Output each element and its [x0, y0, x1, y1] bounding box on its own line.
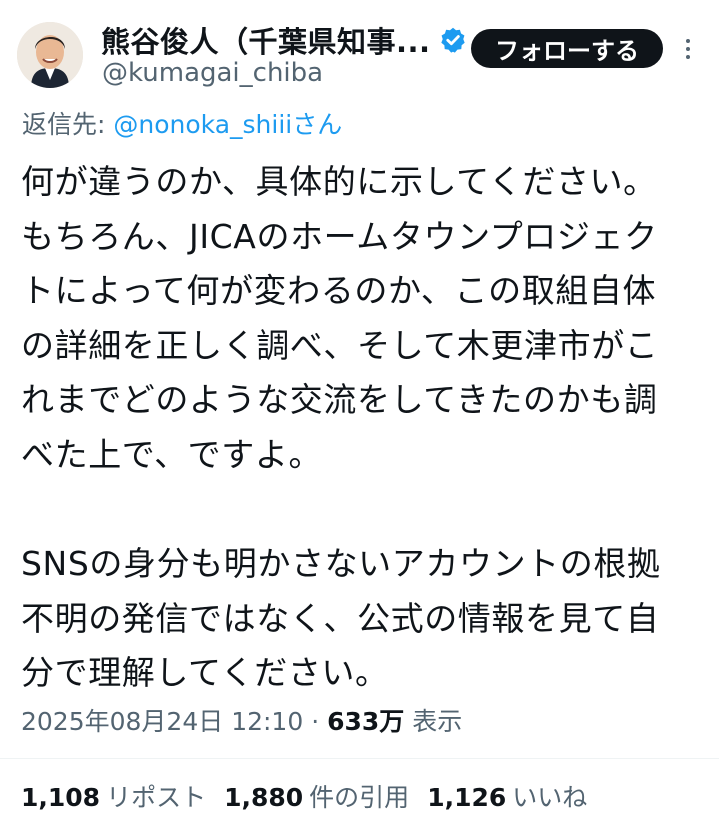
tweet-body-line: 分で理解してください。: [21, 653, 389, 693]
more-options-icon[interactable]: [676, 30, 700, 68]
reposts-stat[interactable]: 1,108 リポスト: [21, 778, 206, 814]
tweet-body-line: べた上で、ですよ。: [21, 434, 323, 474]
author-avatar[interactable]: [17, 22, 83, 88]
meta-separator: ·: [303, 707, 328, 736]
tweet-timestamp[interactable]: 2025年08月24日 12:10: [21, 707, 303, 736]
tweet-body-line: の詳細を正しく調べ、そして木更津市がこ: [21, 325, 659, 365]
tweet-body-line: [21, 483, 706, 538]
author-handle[interactable]: @kumagai_chiba: [102, 58, 323, 88]
quotes-count: 1,880: [224, 783, 304, 812]
more-dot: [686, 39, 690, 43]
quotes-stat[interactable]: 1,880 件の引用: [224, 778, 409, 814]
tweet-body-line: れまでどのような交流をしてきたのかも調: [21, 380, 658, 420]
likes-count: 1,126: [427, 783, 507, 812]
engagement-stats: 1,108 リポスト 1,880 件の引用 1,126 いいね: [21, 778, 587, 814]
likes-label: いいね: [512, 783, 588, 812]
divider: [0, 758, 719, 759]
reposts-label: リポスト: [106, 783, 207, 812]
tweet-body-line: 不明の発信ではなく、公式の情報を見て自: [21, 598, 660, 638]
tweet-body-line: もちろん、JICAのホームタウンプロジェク: [21, 216, 658, 256]
reply-to-suffix[interactable]: さん: [292, 110, 342, 139]
reposts-count: 1,108: [21, 783, 101, 812]
author-name-row: 熊谷俊人（千葉県知事...: [101, 20, 467, 60]
quotes-label: 件の引用: [309, 783, 410, 812]
avatar-photo: [17, 22, 83, 88]
follow-button[interactable]: フォローする: [471, 29, 663, 68]
more-dot: [686, 47, 690, 51]
verified-badge-icon: [439, 26, 467, 54]
tweet-body-line: SNSの身分も明かさないアカウントの根拠: [21, 544, 661, 584]
tweet-body: 何が違うのか、具体的に示してください。 もちろん、JICAのホームタウンプロジェ…: [21, 155, 706, 701]
reply-to-line: 返信先: @nonoka_shiiiさん: [22, 105, 342, 141]
tweet-body-line: トによって何が変わるのか、この取組自体: [21, 271, 657, 311]
views-count[interactable]: 633万: [327, 707, 404, 736]
likes-stat[interactable]: 1,126 いいね: [427, 778, 587, 814]
reply-to-mention[interactable]: @nonoka_shiii: [113, 110, 292, 139]
more-dot: [686, 55, 690, 59]
tweet-body-line: 何が違うのか、具体的に示してください。: [21, 162, 657, 201]
tweet-header: 熊谷俊人（千葉県知事... @kumagai_chiba フォローする: [0, 0, 719, 100]
tweet-meta: 2025年08月24日 12:10 · 633万 表示: [21, 702, 462, 738]
views-label: 表示: [404, 707, 463, 736]
author-display-name[interactable]: 熊谷俊人（千葉県知事...: [101, 19, 431, 61]
reply-to-prefix: 返信先:: [22, 110, 114, 139]
